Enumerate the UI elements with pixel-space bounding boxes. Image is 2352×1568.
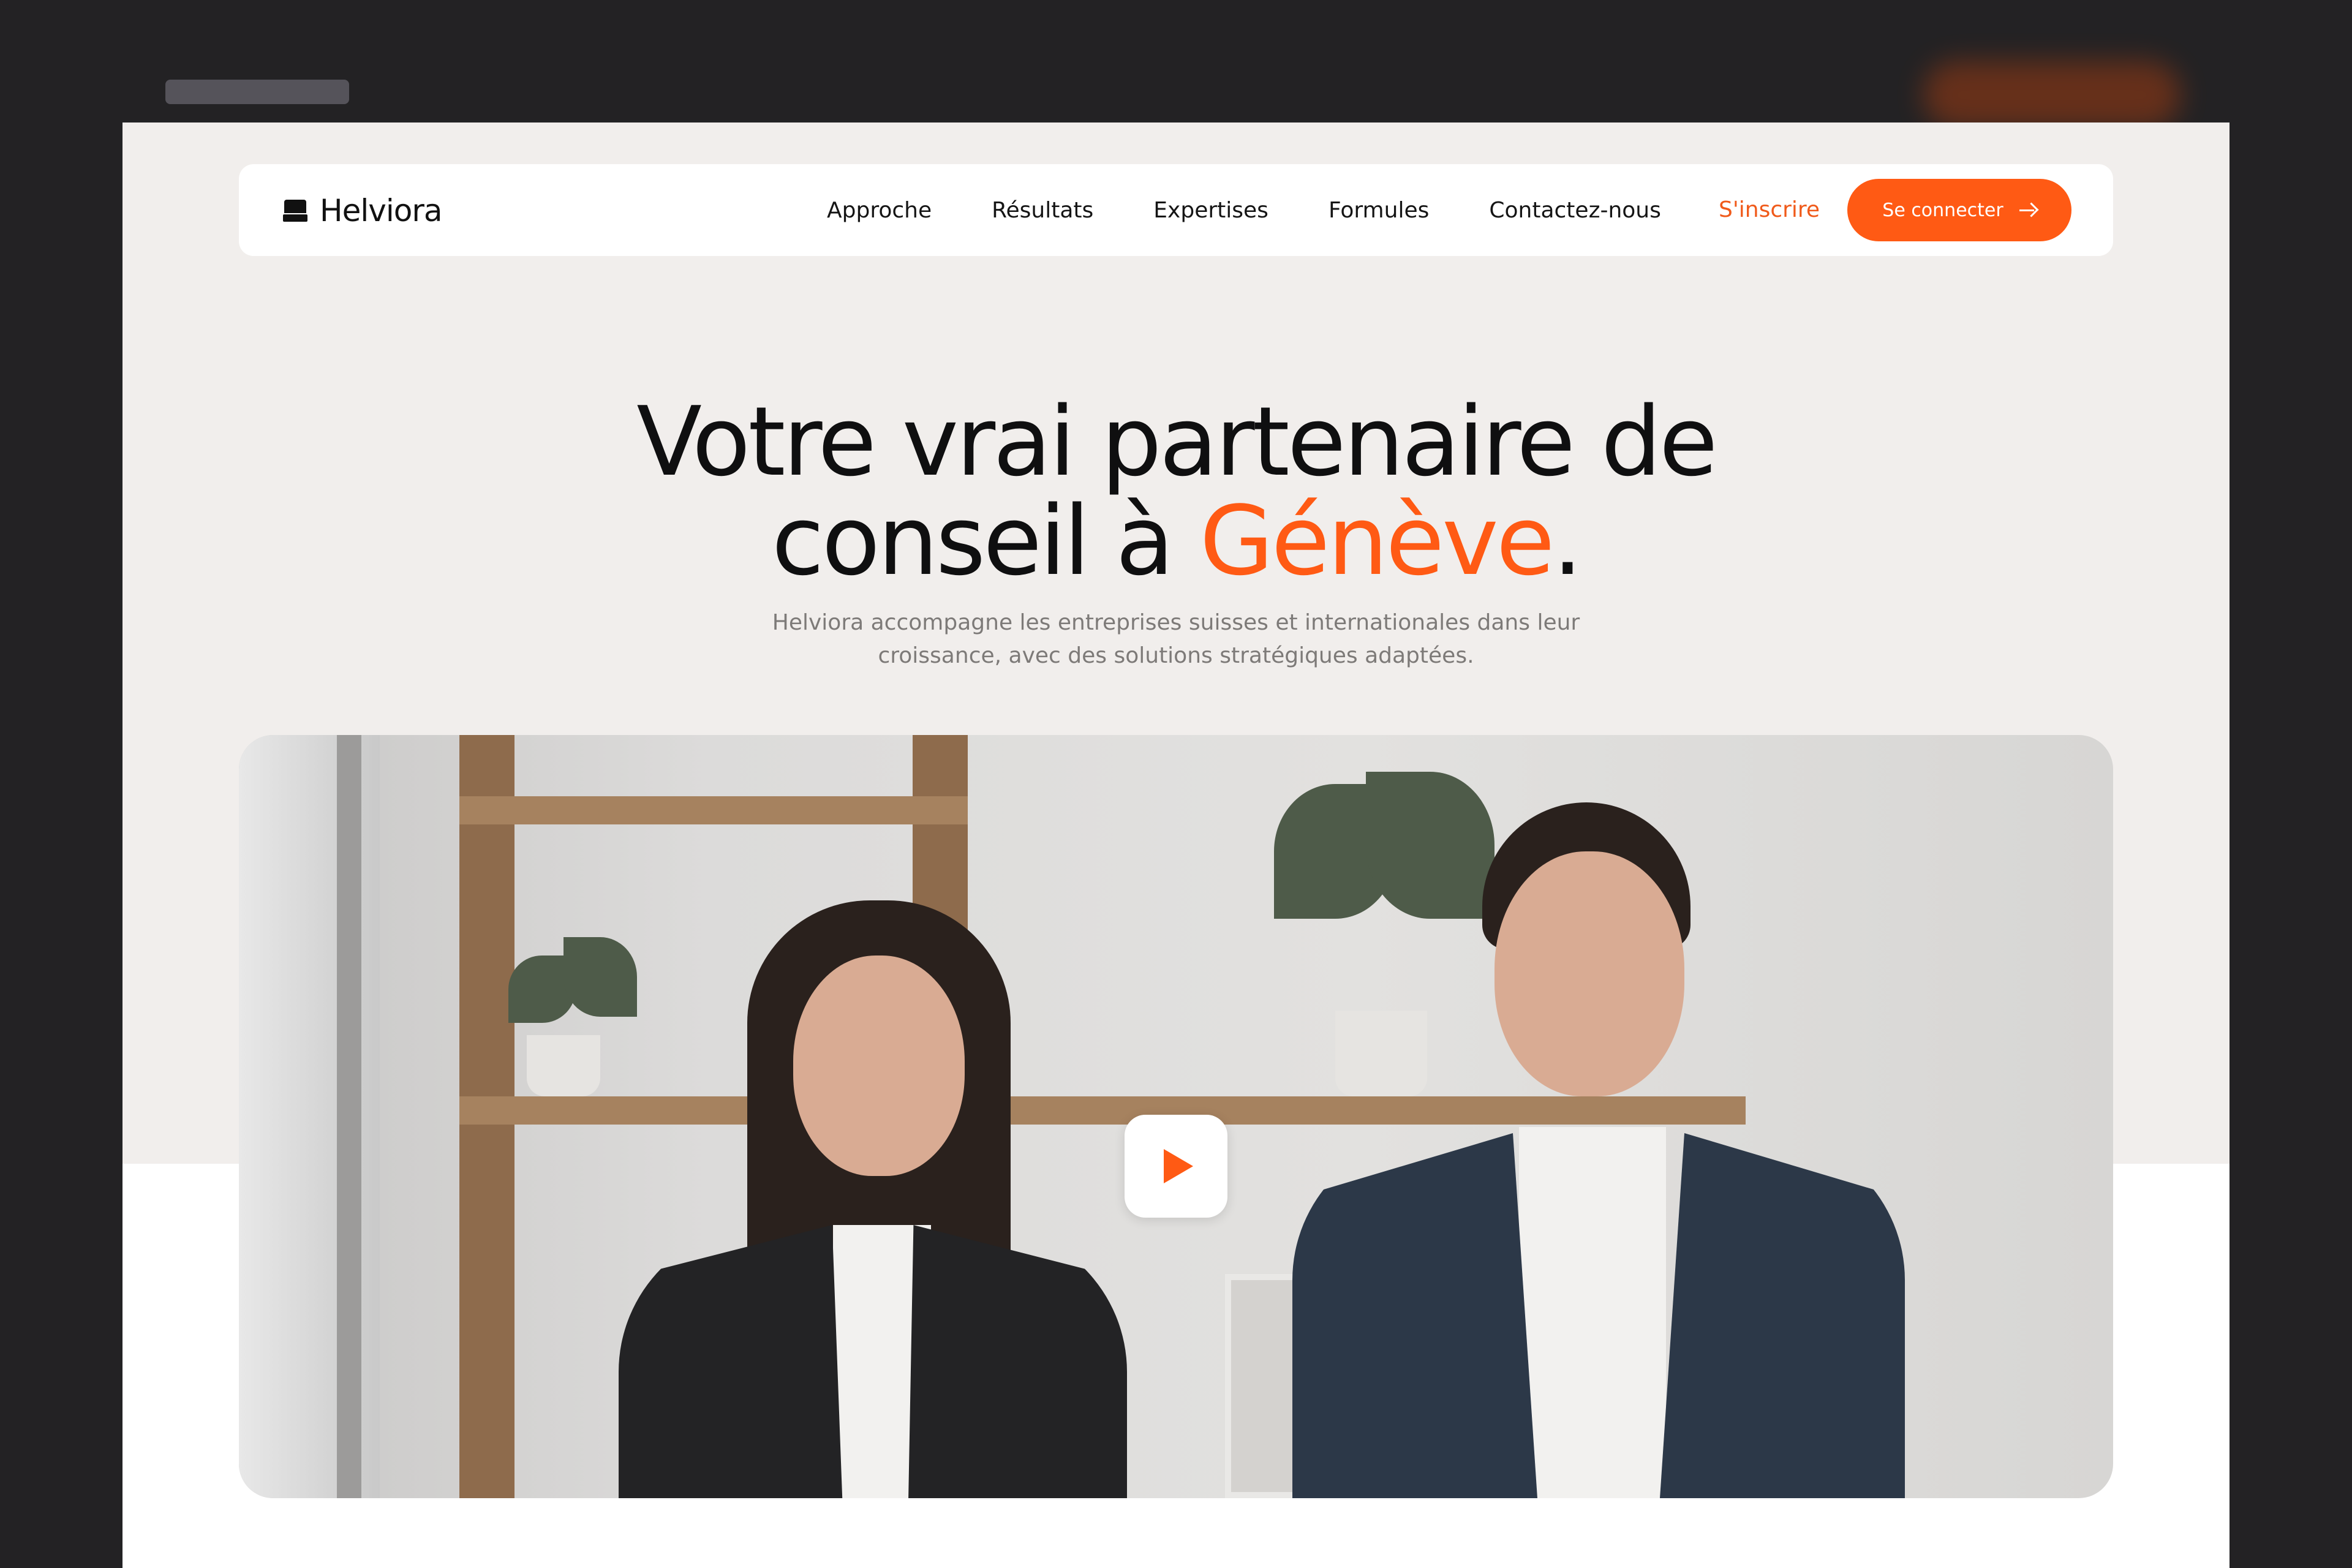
nav-links: Approche Résultats Expertises Formules C… <box>827 164 1721 256</box>
window-frame <box>337 735 361 1498</box>
login-label: Se connecter <box>1882 199 2003 221</box>
login-button[interactable]: Se connecter <box>1847 179 2071 241</box>
headline-line1: Votre vrai partenaire de <box>636 386 1717 497</box>
arrow-right-icon <box>2018 203 2037 217</box>
shelf <box>459 796 968 824</box>
plant-leaf <box>1366 772 1494 919</box>
plant-pot <box>1335 1011 1427 1096</box>
hero-video[interactable] <box>239 735 2113 1498</box>
top-nav: Helviora Approche Résultats Expertises F… <box>239 164 2113 256</box>
brand-logo[interactable]: Helviora <box>283 193 443 228</box>
nav-link-formules[interactable]: Formules <box>1329 198 1429 223</box>
signup-link[interactable]: S'inscrire <box>1719 197 1820 222</box>
nav-link-expertises[interactable]: Expertises <box>1153 198 1268 223</box>
plant-pot <box>527 1035 600 1096</box>
headline-accent: Génève <box>1199 485 1555 597</box>
plant-leaf <box>564 937 637 1017</box>
play-button[interactable] <box>1125 1115 1227 1218</box>
hero-headline: Votre vrai partenaire de conseil à Génèv… <box>123 392 2230 590</box>
nav-link-approche[interactable]: Approche <box>827 198 932 223</box>
backdrop-logo <box>165 80 349 104</box>
play-icon <box>1164 1149 1193 1183</box>
hat-icon <box>283 197 307 224</box>
backdrop-blur <box>159 55 2180 129</box>
backdrop-button <box>1923 61 2180 129</box>
hero-subtitle: Helviora accompagne les entreprises suis… <box>772 610 1580 668</box>
headline-line2-pre: conseil à <box>771 485 1200 597</box>
nav-link-resultats[interactable]: Résultats <box>992 198 1093 223</box>
headline-line2-post: . <box>1552 485 1583 597</box>
brand-name: Helviora <box>320 193 443 228</box>
shelf <box>459 1096 1746 1125</box>
nav-link-contact[interactable]: Contactez-nous <box>1489 198 1661 223</box>
landing-page: Helviora Approche Résultats Expertises F… <box>123 123 2230 1568</box>
